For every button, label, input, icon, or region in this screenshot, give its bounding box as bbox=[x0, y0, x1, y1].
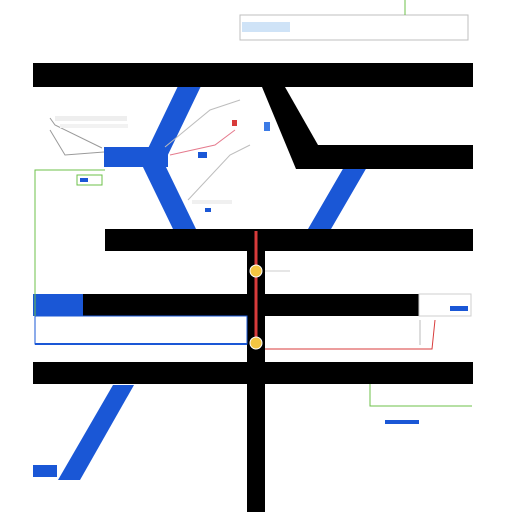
left-white-box bbox=[34, 315, 248, 345]
center-gray-line-2 bbox=[187, 144, 251, 201]
top-box bbox=[239, 0, 469, 41]
node-2 bbox=[249, 336, 263, 350]
center-lower-text bbox=[192, 200, 232, 204]
center-lower-accent bbox=[205, 208, 211, 212]
cluster-line-2 bbox=[49, 129, 105, 156]
right-lower-accent bbox=[385, 420, 419, 424]
top-box-highlight bbox=[242, 22, 290, 32]
cluster-blue-block bbox=[104, 147, 168, 167]
right-panel-accent bbox=[450, 306, 468, 311]
bar-4 bbox=[33, 294, 419, 316]
blue-band-lower-left bbox=[141, 163, 196, 229]
blue-band-bottom bbox=[58, 385, 134, 480]
center-blue-dot-2 bbox=[264, 122, 270, 131]
diagram-svg bbox=[33, 0, 473, 512]
center-pink-line bbox=[169, 129, 236, 156]
node-1 bbox=[249, 264, 263, 278]
red-right-connector bbox=[265, 319, 436, 350]
center-red-dot bbox=[232, 120, 237, 126]
bar-1 bbox=[33, 63, 473, 87]
cluster-textbar-2 bbox=[60, 124, 128, 128]
bar-2 bbox=[296, 145, 473, 169]
blue-band-right bbox=[308, 167, 367, 229]
center-blue-dot bbox=[198, 152, 207, 158]
diagram-canvas bbox=[0, 0, 512, 512]
cluster-textbar bbox=[55, 116, 127, 121]
green-right-lower-connector bbox=[369, 384, 472, 407]
bar-3 bbox=[105, 229, 473, 251]
right-panel bbox=[418, 293, 472, 317]
cluster-accent bbox=[80, 178, 88, 182]
bottom-left-box bbox=[33, 465, 57, 477]
right-lower-box bbox=[369, 384, 472, 424]
left-blue-panel bbox=[33, 294, 83, 316]
